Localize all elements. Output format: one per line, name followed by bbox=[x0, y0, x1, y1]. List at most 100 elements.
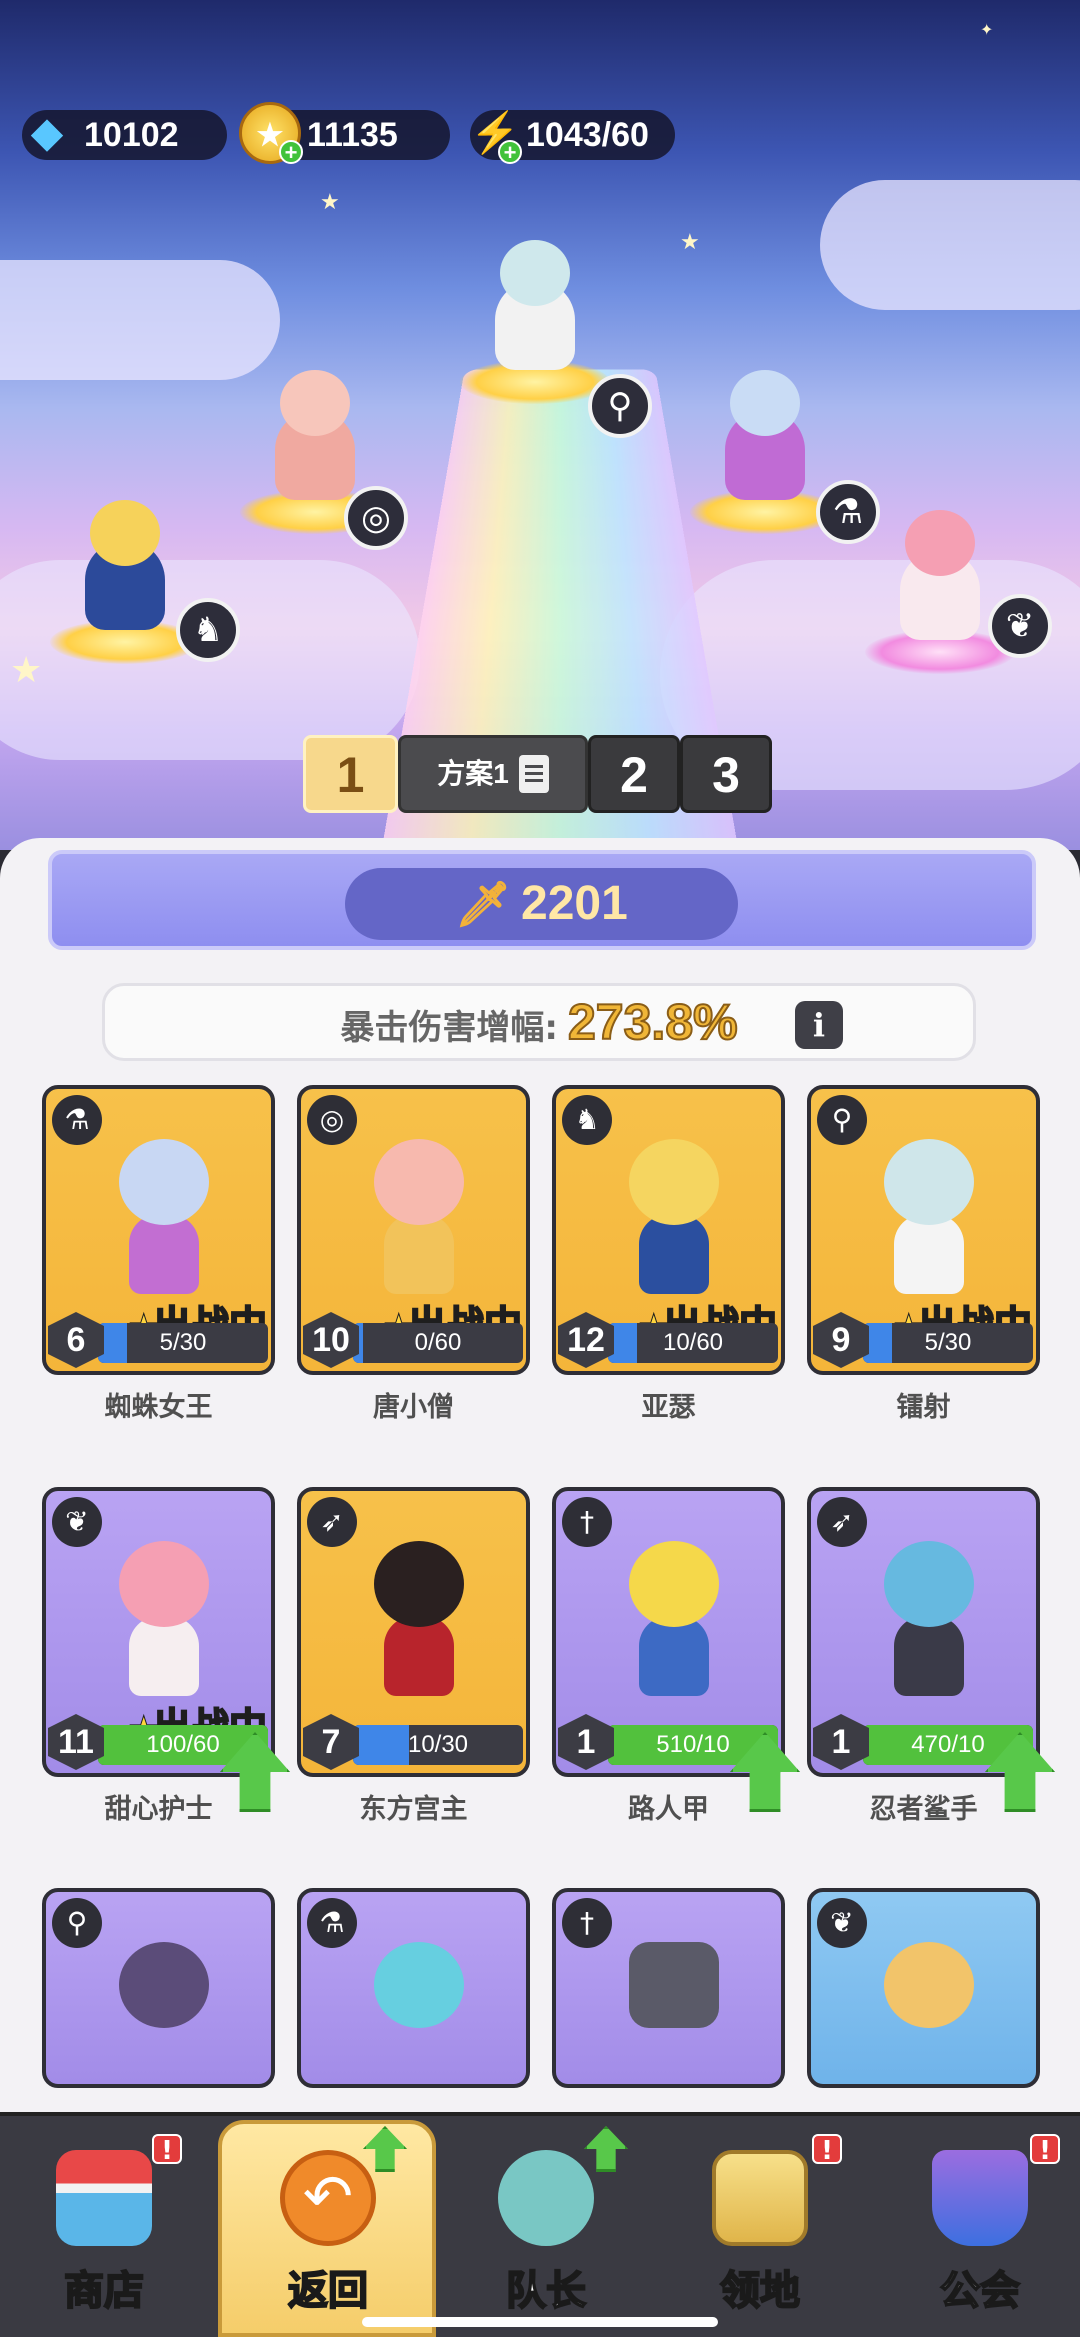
star-icon: ★ bbox=[680, 230, 700, 255]
shard-progress: 10/30 bbox=[353, 1725, 523, 1765]
hero-card[interactable]: ♞★出战中10/6012 bbox=[552, 1085, 785, 1375]
wings-icon: ❦ bbox=[52, 1497, 102, 1547]
hero-card-partial[interactable]: ⚲ bbox=[42, 1888, 275, 2088]
hero-portrait bbox=[604, 1541, 744, 1696]
spiral-icon: ◎ bbox=[344, 486, 408, 550]
staff-icon: ⚲ bbox=[817, 1095, 867, 1145]
shard-progress: 5/30 bbox=[863, 1323, 1033, 1363]
staff-icon: ⚲ bbox=[52, 1898, 102, 1948]
shard-progress: 5/30 bbox=[98, 1323, 268, 1363]
hero-portrait bbox=[94, 1139, 234, 1294]
hero-level: 10 bbox=[303, 1312, 359, 1368]
guild-crown-icon bbox=[932, 2150, 1028, 2246]
captain-avatar-icon bbox=[498, 2150, 594, 2246]
crit-damage-label: 暴击伤害增幅: bbox=[340, 1008, 558, 1048]
potion-icon: ⚗ bbox=[307, 1898, 357, 1948]
alert-badge-icon: ! bbox=[152, 2134, 182, 2166]
loadout-tab-1[interactable]: 1 bbox=[303, 735, 398, 813]
hero-level: 1 bbox=[813, 1714, 869, 1770]
loadout-tab-3[interactable]: 3 bbox=[680, 735, 772, 813]
loadout-tabs: 1 方案1 2 3 bbox=[303, 735, 772, 813]
add-coins-icon[interactable]: + bbox=[279, 140, 303, 164]
rename-plan-button[interactable]: 方案1 bbox=[398, 735, 588, 813]
potion-icon: ⚗ bbox=[52, 1095, 102, 1145]
hero-card-partial[interactable]: ⚗ bbox=[297, 1888, 530, 2088]
nav-territory-label: 领地 bbox=[719, 2267, 801, 2315]
nav-back-label: 返回 bbox=[287, 2267, 369, 2315]
hero-portrait bbox=[349, 1541, 489, 1696]
gems-value: 10102 bbox=[84, 116, 179, 154]
nav-shop-label: 商店 bbox=[63, 2267, 145, 2315]
nav-back[interactable]: ↶ 返回 bbox=[228, 2126, 428, 2330]
shop-icon bbox=[56, 2150, 152, 2246]
nav-guild[interactable]: ! 公会 bbox=[880, 2130, 1080, 2330]
hero-name: 蜘蛛女王 bbox=[104, 1392, 213, 1423]
hero-name: 东方宫主 bbox=[359, 1794, 468, 1825]
wings-icon: ❦ bbox=[988, 594, 1052, 658]
potion-icon: ⚗ bbox=[816, 480, 880, 544]
sword-icon: 🗡 bbox=[455, 880, 512, 929]
hero-card[interactable]: ◎★出战中0/6010 bbox=[297, 1085, 530, 1375]
nav-captain-label: 队长 bbox=[505, 2267, 587, 2315]
home-indicator[interactable] bbox=[362, 2317, 718, 2327]
nav-captain[interactable]: 队长 bbox=[446, 2126, 646, 2330]
nav-shop[interactable]: ! 商店 bbox=[4, 2130, 204, 2330]
hero-level: 9 bbox=[813, 1312, 869, 1368]
upgrade-arrow-icon bbox=[363, 2126, 407, 2172]
star-icon: ✦ bbox=[980, 20, 994, 39]
hero-card[interactable]: ⚗★出战中5/306 bbox=[42, 1085, 275, 1375]
alert-badge-icon: ! bbox=[812, 2134, 842, 2166]
shard-progress: 10/60 bbox=[608, 1323, 778, 1363]
hero-name: 路人甲 bbox=[628, 1794, 709, 1825]
plan-label: 方案1 bbox=[437, 758, 509, 789]
shard-progress: 0/60 bbox=[353, 1323, 523, 1363]
energy-value: 1043/60 bbox=[526, 116, 649, 154]
spiral-icon: ◎ bbox=[307, 1095, 357, 1145]
helmet-icon: ♞ bbox=[562, 1095, 612, 1145]
hero-level: 12 bbox=[558, 1312, 614, 1368]
hero-level: 6 bbox=[48, 1312, 104, 1368]
energy-counter[interactable]: ⚡ + 1043/60 bbox=[470, 110, 675, 164]
hero-name: 唐小僧 bbox=[373, 1392, 454, 1423]
hero-name: 忍者鲨手 bbox=[869, 1794, 978, 1825]
hero-card-partial[interactable]: † bbox=[552, 1888, 785, 2088]
hero-card[interactable]: ❦★出战中100/6011 bbox=[42, 1487, 275, 1777]
cloud bbox=[0, 260, 280, 380]
hero-card[interactable]: ➶ 470/10 1 bbox=[807, 1487, 1040, 1777]
coins-value: 11135 bbox=[307, 116, 398, 154]
bow-icon: ➶ bbox=[817, 1497, 867, 1547]
sword-icon: † bbox=[562, 1497, 612, 1547]
edit-document-icon bbox=[518, 755, 549, 793]
cloud bbox=[820, 180, 1080, 310]
hero-card-partial[interactable]: ❦ bbox=[807, 1888, 1040, 2088]
hero-portrait bbox=[349, 1139, 489, 1294]
coins-counter[interactable]: ★ + 11135 bbox=[239, 102, 450, 164]
team-power-value: 2201 bbox=[521, 877, 628, 930]
add-energy-icon[interactable]: + bbox=[498, 140, 522, 164]
hero-level: 7 bbox=[303, 1714, 359, 1770]
bow-icon: ➶ bbox=[307, 1497, 357, 1547]
hero-portrait bbox=[604, 1139, 744, 1294]
hero-portrait bbox=[94, 1541, 234, 1696]
hero-name: 甜心护士 bbox=[104, 1794, 213, 1825]
territory-door-icon bbox=[712, 2150, 808, 2246]
crit-damage-bonus: 暴击伤害增幅: 273.8% i bbox=[102, 983, 976, 1061]
staff-icon: ⚲ bbox=[588, 374, 652, 438]
nav-guild-label: 公会 bbox=[939, 2267, 1021, 2315]
hero-card[interactable]: † 510/10 1 bbox=[552, 1487, 785, 1777]
sword-icon: † bbox=[562, 1898, 612, 1948]
hero-card[interactable]: ⚲★出战中5/309 bbox=[807, 1085, 1040, 1375]
gems-counter[interactable]: ◆ 10102 bbox=[22, 110, 227, 160]
info-icon[interactable]: i bbox=[795, 1001, 843, 1049]
back-arrow-icon: ↶ bbox=[280, 2150, 376, 2246]
team-power: 🗡 2201 bbox=[345, 868, 738, 940]
hero-name: 亚瑟 bbox=[641, 1392, 696, 1423]
crit-damage-value: 273.8% bbox=[567, 993, 739, 1051]
hero-card[interactable]: ➶ 10/30 7 bbox=[297, 1487, 530, 1777]
hero-level: 11 bbox=[48, 1714, 104, 1770]
hero-name: 镭射 bbox=[896, 1392, 951, 1423]
helmet-icon: ♞ bbox=[176, 598, 240, 662]
gem-icon: ◆ bbox=[31, 111, 63, 155]
loadout-tab-2[interactable]: 2 bbox=[588, 735, 680, 813]
nav-territory[interactable]: ! 领地 bbox=[660, 2130, 860, 2330]
